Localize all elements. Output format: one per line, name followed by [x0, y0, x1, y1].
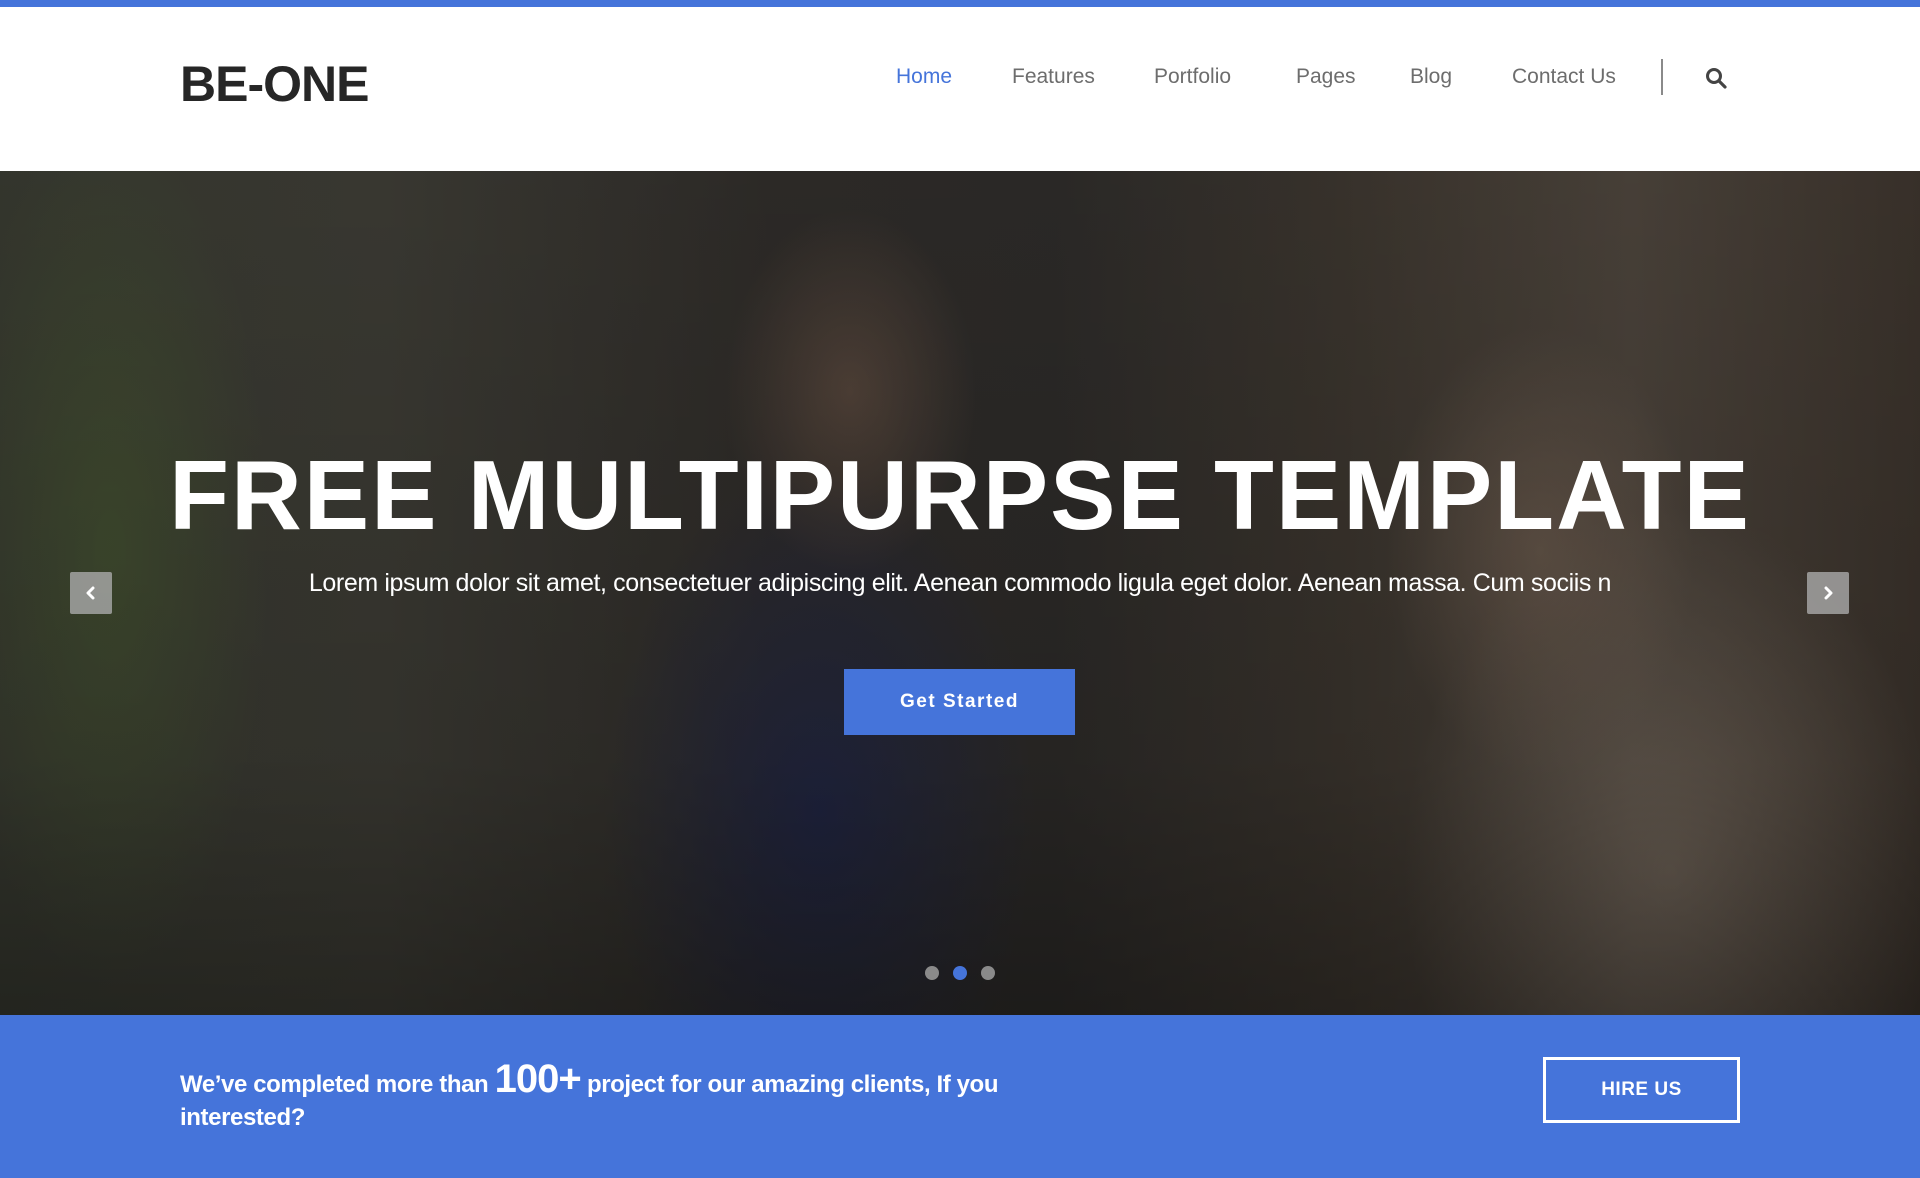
chevron-right-icon — [1824, 586, 1833, 600]
nav-item-pages[interactable]: Pages — [1296, 65, 1356, 89]
slider-prev-button[interactable] — [70, 572, 112, 614]
banner-text: We’ve completed more than 100+ project f… — [180, 1059, 1060, 1134]
slider-dot-1[interactable] — [925, 966, 939, 980]
hero-slider: FREE MULTIPURPSE TEMPLATE Lorem ipsum do… — [0, 171, 1920, 1015]
nav-item-portfolio[interactable]: Portfolio — [1154, 65, 1231, 89]
nav-item-contact-us[interactable]: Contact Us — [1512, 65, 1616, 89]
banner-highlight-count: 100+ — [494, 1057, 582, 1101]
nav-divider — [1661, 59, 1663, 95]
slider-dot-2[interactable] — [953, 966, 967, 980]
search-icon[interactable] — [1704, 66, 1728, 90]
site-header: BE-ONE Home Features Portfolio Pages Blo… — [0, 7, 1920, 171]
hero-subtitle: Lorem ipsum dolor sit amet, consectetuer… — [308, 569, 1612, 597]
nav-item-blog[interactable]: Blog — [1410, 65, 1452, 89]
slider-next-button[interactable] — [1807, 572, 1849, 614]
get-started-button[interactable]: Get Started — [844, 669, 1075, 735]
banner-text-before: We’ve completed more than — [180, 1071, 495, 1098]
slider-dot-3[interactable] — [981, 966, 995, 980]
hero-title: FREE MULTIPURPSE TEMPLATE — [169, 440, 1751, 550]
nav-item-home[interactable]: Home — [896, 65, 952, 89]
cta-banner: We’ve completed more than 100+ project f… — [0, 1015, 1920, 1178]
top-accent-bar — [0, 0, 1920, 7]
main-nav: Home Features Portfolio Pages Blog Conta… — [0, 59, 1920, 99]
hire-us-button[interactable]: HIRE US — [1543, 1057, 1740, 1123]
slider-pagination — [925, 966, 995, 980]
nav-item-features[interactable]: Features — [1012, 65, 1095, 89]
chevron-left-icon — [86, 586, 95, 600]
